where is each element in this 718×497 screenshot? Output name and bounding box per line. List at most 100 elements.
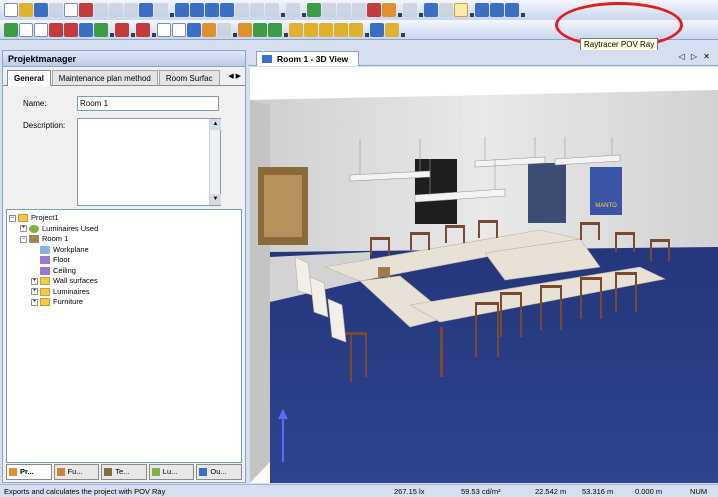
false-colour-icon[interactable] [304,22,318,37]
tree-item-workplane[interactable]: Workplane [7,245,241,256]
chair-leg [650,239,652,261]
fly-icon[interactable] [253,22,267,37]
chair-leg [580,222,582,240]
tree-item-wall-surfaces[interactable]: + Wall surfaces [7,276,241,287]
window-icon[interactable] [505,3,519,17]
room-render: MANTO [250,90,718,483]
select-icon[interactable] [286,3,300,17]
tab-outputs[interactable]: Ou... [196,464,242,480]
tree-item-furniture[interactable]: + Furniture [7,297,241,308]
tab-maintenance-plan[interactable]: Maintenance plan method [51,70,158,85]
tool-d-icon[interactable] [403,3,417,17]
arrange-icon[interactable] [34,22,48,37]
tab-project[interactable]: Pr... [6,464,52,480]
aim-icon[interactable] [94,22,108,37]
grid-points-icon[interactable] [334,22,348,37]
description-field[interactable]: ▲ ▼ [77,118,221,206]
chair [345,332,367,335]
chair [475,302,499,305]
tree-item-luminaires-used[interactable]: + Luminaires Used [7,224,241,235]
collapse-icon[interactable]: − [9,214,16,222]
render-icon[interactable] [349,22,363,37]
room-icon[interactable] [4,22,18,37]
calculate-icon[interactable] [307,3,321,17]
expand-icon[interactable]: + [31,298,38,306]
scroll-down-icon[interactable]: ▼ [210,194,221,205]
pdf-icon[interactable] [79,3,93,17]
tool-c-icon[interactable] [352,3,366,17]
zoom-icon[interactable] [250,3,264,17]
print-icon[interactable] [49,3,63,17]
undo-icon[interactable] [139,3,153,17]
tab-scroll-arrows[interactable]: ◀ ▶ [228,72,241,80]
tool-b-icon[interactable] [337,3,351,17]
isolines-icon[interactable] [289,22,303,37]
properties-icon[interactable] [385,22,399,37]
list-icon[interactable] [424,3,438,17]
3d-viewport[interactable]: MANTO [250,67,718,483]
table-icon[interactable] [490,3,504,17]
view-window-controls[interactable]: ◁ ▷ ✕ [679,52,712,61]
cut-icon[interactable] [94,3,108,17]
circle-arrangement-icon[interactable] [79,22,93,37]
chair-leg [496,220,498,238]
walk-icon[interactable] [238,22,252,37]
save-icon[interactable] [34,3,48,17]
orbit-icon[interactable] [202,22,216,37]
tree-item-project[interactable]: − Project1 [7,213,241,224]
tool-e-icon[interactable] [439,3,453,17]
layers-icon[interactable] [370,22,384,37]
raytracer-pov-ray-button[interactable] [454,3,468,17]
status-num: NUM [690,487,708,496]
tree-item-luminaires[interactable]: + Luminaires [7,287,241,298]
search-icon[interactable] [172,22,186,37]
front-view-icon[interactable] [220,3,234,17]
properties-tabs: General Maintenance plan method Room Sur… [3,70,245,86]
luminaire-select-icon[interactable] [19,22,33,37]
pan-icon[interactable] [217,22,231,37]
grid-icon[interactable] [475,3,489,17]
open-folder-icon[interactable] [19,3,33,17]
ground-plan-icon[interactable] [190,3,204,17]
zoom-window-icon[interactable] [157,22,171,37]
tree-item-ceiling[interactable]: Ceiling [7,266,241,277]
zoom-out-icon[interactable] [265,3,279,17]
camera-icon[interactable] [187,22,201,37]
field-arrangement-icon[interactable] [49,22,63,37]
new-file-icon[interactable] [4,3,18,17]
magnet-icon[interactable] [115,22,129,37]
chair-leg [600,277,602,319]
paste-icon[interactable] [124,3,138,17]
luminaire-icon [29,224,39,233]
print-preview-icon[interactable] [64,3,78,17]
tool-a-icon[interactable] [322,3,336,17]
tab-luminaires[interactable]: Lu... [148,464,195,480]
tree-item-room[interactable]: − Room 1 [7,234,241,245]
expand-icon[interactable]: + [20,225,27,233]
tab-textures[interactable]: Te... [101,464,147,480]
3d-view-icon[interactable] [175,3,189,17]
chair-leg [615,232,617,252]
light-icon[interactable] [382,3,396,17]
stop-icon[interactable] [367,3,381,17]
tab-room-surfaces[interactable]: Room Surfac [158,70,220,85]
chair-leg [633,232,635,252]
expand-icon[interactable]: + [31,277,38,285]
copy-icon[interactable] [109,3,123,17]
tab-general[interactable]: General [7,70,51,86]
tab-room-3d-view[interactable]: Room 1 - 3D View [256,51,360,66]
side-view-icon[interactable] [205,3,219,17]
export-icon[interactable] [136,22,150,37]
scroll-up-icon[interactable]: ▲ [210,119,221,130]
redo-icon[interactable] [154,3,168,17]
expand-icon[interactable]: + [31,288,38,296]
name-field[interactable] [77,96,219,111]
tab-furniture[interactable]: Fu... [53,464,100,480]
description-scrollbar[interactable]: ▲ ▼ [209,119,221,205]
value-chart-icon[interactable] [319,22,333,37]
light-scene-icon[interactable] [268,22,282,37]
collapse-icon[interactable]: − [20,235,27,243]
line-arrangement-icon[interactable] [64,22,78,37]
view-option-icon[interactable] [235,3,249,17]
tree-item-floor[interactable]: Floor [7,255,241,266]
